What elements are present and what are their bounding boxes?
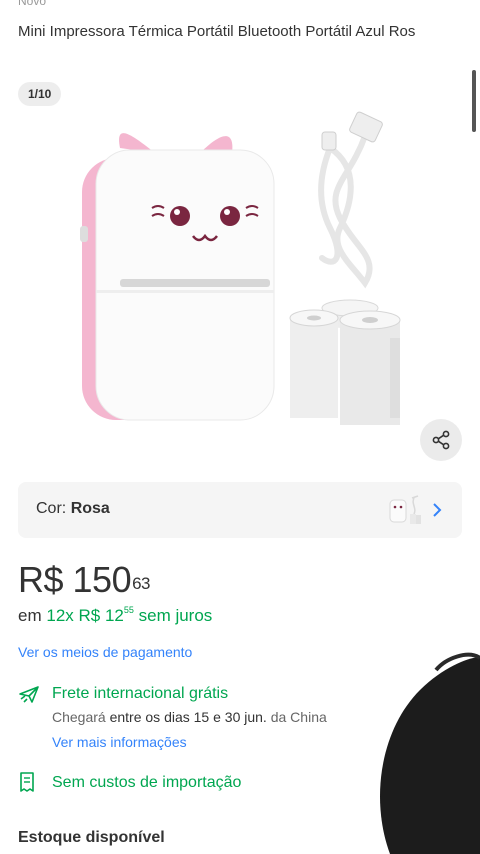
installments-suffix: sem juros (138, 606, 213, 625)
receipt-icon (20, 772, 34, 792)
installments-amount: 12x R$ 12 (46, 606, 124, 625)
shipping-title: Frete internacional grátis (52, 685, 229, 702)
printer-illustration (80, 133, 275, 421)
chevron-right-icon (433, 503, 442, 517)
import-costs-text: Sem custos de importação (52, 774, 242, 791)
installments: em 12x R$ 1255 sem juros (18, 605, 213, 626)
installments-cents: 55 (123, 605, 134, 615)
color-thumbnail (389, 495, 421, 524)
shipping-eta: Chegará entre os dias 15 e 30 jun. da Ch… (52, 709, 327, 725)
color-selector[interactable]: Cor: Rosa (18, 482, 462, 538)
shipping-eta-prefix: Chegará (52, 709, 106, 725)
condition-label: Novo (18, 0, 47, 8)
webcam-overlay (380, 652, 480, 854)
product-title: Mini Impressora Térmica Portátil Bluetoo… (18, 23, 416, 40)
stock-title: Estoque disponível (18, 829, 165, 846)
price: R$ 15063 (18, 559, 151, 600)
paper-rolls-illustration (289, 299, 401, 425)
share-icon (432, 430, 450, 450)
usb-cable-illustration (318, 133, 373, 289)
shipping-eta-dates: entre os dias 15 e 30 jun. (109, 709, 267, 725)
shipping-eta-suffix: da China (270, 709, 327, 725)
color-label: Cor: (36, 500, 67, 517)
color-selector-label: Cor: Rosa (36, 500, 110, 518)
product-image[interactable] (60, 108, 420, 438)
color-value: Rosa (70, 500, 110, 517)
payment-methods-link[interactable]: Ver os meios de pagamento (18, 644, 192, 660)
shipping-more-link[interactable]: Ver mais informações (52, 734, 187, 750)
share-button[interactable] (420, 419, 462, 461)
price-cents: 63 (132, 574, 151, 593)
scrollbar[interactable] (472, 70, 476, 132)
airplane-icon (19, 686, 39, 703)
installments-prefix: em (18, 606, 42, 625)
image-counter: 1/10 (18, 82, 62, 106)
usb-connector-illustration (321, 111, 383, 151)
price-main: R$ 150 (18, 559, 132, 600)
